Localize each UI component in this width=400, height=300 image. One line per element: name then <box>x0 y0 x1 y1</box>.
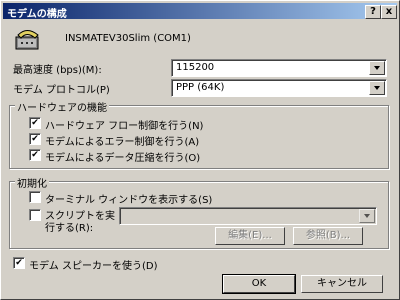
browse-button[interactable]: 参照(B)... <box>293 227 363 245</box>
edit-button[interactable]: 編集(E)... <box>215 227 285 245</box>
title-bar: モデムの構成 ? x <box>3 3 397 20</box>
hardware-group-title: ハードウェアの機能 <box>15 99 109 114</box>
speed-select[interactable]: 115200 <box>171 59 387 77</box>
terminal-label: ターミナル ウィンドウを表示する(S) <box>45 195 213 206</box>
terminal-checkbox[interactable] <box>29 191 41 203</box>
script-select[interactable] <box>119 207 377 225</box>
protocol-label: モデム プロトコル(P) <box>13 85 110 96</box>
help-button[interactable]: ? <box>365 5 381 19</box>
compression-label: モデムによるデータ圧縮を行う(O) <box>45 153 201 164</box>
close-button[interactable]: x <box>381 5 397 19</box>
modem-name: INSMATEV30Slim (COM1) <box>65 33 191 44</box>
hw-flow-label: ハードウェア フロー制御を行う(N) <box>45 121 204 132</box>
cancel-button[interactable]: キャンセル <box>301 275 383 293</box>
error-control-label: モデムによるエラー制御を行う(A) <box>45 137 200 148</box>
script-label-line2: 行する(R): <box>45 223 94 234</box>
chevron-down-icon[interactable] <box>369 81 385 95</box>
protocol-value: PPP (64K) <box>176 82 225 93</box>
window-title: モデムの構成 <box>7 9 67 20</box>
script-checkbox[interactable] <box>29 209 41 221</box>
chevron-down-icon[interactable] <box>359 209 375 223</box>
chevron-down-icon[interactable] <box>369 61 385 75</box>
modem-telephone-icon <box>15 30 39 50</box>
speed-label: 最高速度 (bps)(M): <box>13 65 102 76</box>
protocol-select[interactable]: PPP (64K) <box>171 79 387 97</box>
modem-config-dialog: モデムの構成 ? x INSMATEV30Slim (COM1) 最高速度 (b… <box>0 0 400 300</box>
speed-value: 115200 <box>176 62 215 73</box>
hw-flow-checkbox[interactable]: ✔ <box>29 117 41 129</box>
ok-button[interactable]: OK <box>222 274 296 294</box>
init-group-title: 初期化 <box>15 175 49 190</box>
compression-checkbox[interactable]: ✔ <box>29 149 41 161</box>
error-control-checkbox[interactable]: ✔ <box>29 133 41 145</box>
speaker-label: モデム スピーカーを使う(D) <box>29 261 158 272</box>
speaker-checkbox[interactable]: ✔ <box>13 257 25 269</box>
